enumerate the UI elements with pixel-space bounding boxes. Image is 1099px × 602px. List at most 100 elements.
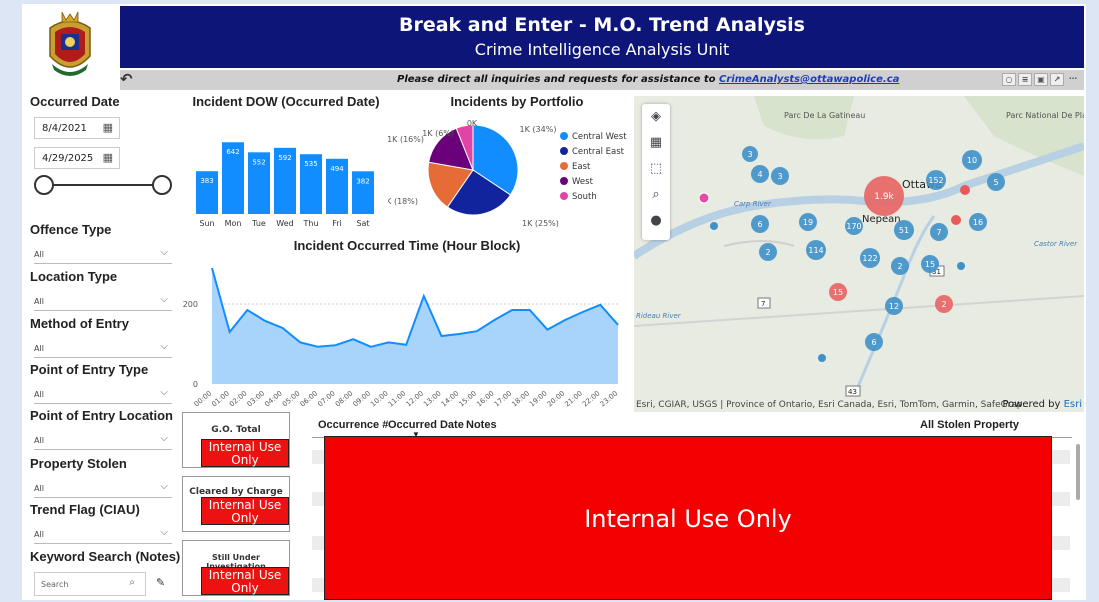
selection-icon[interactable]: ⬚ bbox=[642, 156, 670, 182]
map-cluster-label: 114 bbox=[808, 246, 823, 255]
point-of-entry-type-dropdown[interactable]: All ⌵ bbox=[34, 386, 172, 404]
legend-label[interactable]: Central West bbox=[572, 132, 627, 142]
dow-bar-label: 535 bbox=[304, 160, 317, 168]
map-cluster-label: 2 bbox=[941, 300, 946, 309]
map-toolbar: ◈ ▦ ⬚ ⌕ ● bbox=[642, 104, 670, 240]
keyword-search-input[interactable]: Search ⌕ bbox=[34, 572, 146, 596]
y-tick-label: 200 bbox=[183, 300, 198, 309]
more-options-icon[interactable]: ⋯ bbox=[1066, 73, 1080, 86]
search-icon[interactable]: ⌕ bbox=[642, 182, 670, 208]
ottawa-police-logo bbox=[49, 11, 91, 76]
map-point[interactable] bbox=[960, 185, 970, 195]
qr-icon[interactable]: ▦ bbox=[642, 130, 670, 156]
expand-icon[interactable]: ↗ bbox=[1050, 73, 1064, 86]
filter-icon[interactable]: ≡ bbox=[1018, 73, 1032, 86]
x-tick-label: 13:00 bbox=[422, 389, 443, 408]
map-point[interactable] bbox=[698, 192, 710, 204]
map-point[interactable] bbox=[710, 222, 718, 230]
map-point[interactable] bbox=[818, 354, 826, 362]
contact-prefix: Please direct all inquiries and requests… bbox=[397, 74, 719, 85]
esri-link[interactable]: Esri bbox=[1064, 399, 1082, 410]
map-cluster-label: 16 bbox=[973, 218, 983, 227]
incident-map[interactable]: Parc De La Gatineau Parc National De Pla… bbox=[634, 96, 1084, 412]
pie-data-label: 1K (34%) bbox=[520, 125, 557, 134]
chevron-down-icon: ⌵ bbox=[160, 387, 168, 398]
offence-type-dropdown[interactable]: All ⌵ bbox=[34, 246, 172, 264]
x-tick-label: 00:00 bbox=[193, 389, 214, 408]
portfolio-chart-title: Incidents by Portfolio bbox=[450, 94, 584, 109]
x-tick-label: 22:00 bbox=[581, 389, 602, 408]
dropdown-value: All bbox=[34, 250, 44, 259]
legend-marker bbox=[560, 147, 568, 155]
dow-chart-title: Incident DOW (Occurred Date) bbox=[192, 94, 380, 109]
map-point[interactable] bbox=[951, 215, 961, 225]
map-cluster-label: 7 bbox=[936, 228, 941, 237]
contact-email-link[interactable]: CrimeAnalysts@ottawapolice.ca bbox=[719, 74, 899, 85]
column-header[interactable]: Occurred Date bbox=[388, 419, 464, 431]
search-icon[interactable]: ⌕ bbox=[129, 577, 135, 588]
legend-label[interactable]: South bbox=[572, 192, 597, 202]
chevron-down-icon: ⌵ bbox=[160, 247, 168, 258]
x-tick-label: 14:00 bbox=[440, 389, 461, 408]
user-icon[interactable]: ● bbox=[642, 208, 670, 234]
map-cluster-label: 51 bbox=[899, 226, 909, 235]
pie-data-label: 0K bbox=[467, 119, 478, 128]
legend-label[interactable]: Central East bbox=[572, 147, 625, 157]
map-point[interactable] bbox=[957, 262, 965, 270]
trend-flag-dropdown[interactable]: All ⌵ bbox=[34, 526, 172, 544]
slider-end-handle[interactable] bbox=[152, 175, 172, 195]
focus-mode-icon[interactable]: ▣ bbox=[1034, 73, 1048, 86]
road-shield: 43 bbox=[845, 385, 861, 397]
svg-text:43: 43 bbox=[848, 388, 857, 396]
kpi-value: Internal Use Only bbox=[201, 439, 289, 467]
slicer-label-point-of-entry-location: Point of Entry Location bbox=[30, 408, 173, 423]
chevron-down-icon: ⌵ bbox=[160, 294, 168, 305]
legend-marker bbox=[560, 177, 568, 185]
point-of-entry-location-dropdown[interactable]: All ⌵ bbox=[34, 432, 172, 450]
column-header[interactable]: All Stolen Property bbox=[920, 419, 1019, 431]
table-scrollbar[interactable] bbox=[1076, 444, 1080, 500]
legend-label[interactable]: East bbox=[572, 162, 591, 172]
map-cluster-label: 152 bbox=[928, 176, 943, 185]
x-tick-label: 23:00 bbox=[599, 389, 620, 408]
dow-bar-label: 592 bbox=[278, 154, 291, 162]
map-place-label: Parc De La Gatineau bbox=[784, 111, 865, 120]
slider-track bbox=[44, 184, 162, 186]
x-tick-label: 18:00 bbox=[510, 389, 531, 408]
calendar-icon[interactable]: ▦ bbox=[103, 121, 113, 134]
calendar-icon[interactable]: ▦ bbox=[103, 151, 113, 164]
dow-bar-label: 494 bbox=[330, 165, 344, 173]
map-cluster-label: 170 bbox=[846, 222, 861, 231]
kpi-card-cleared-by-charge: Cleared by Charge Internal Use Only bbox=[182, 476, 290, 532]
dropdown-value: All bbox=[34, 436, 44, 445]
method-of-entry-dropdown[interactable]: All ⌵ bbox=[34, 340, 172, 358]
back-arrow-icon[interactable]: ↶ bbox=[120, 70, 133, 89]
legend-label[interactable]: West bbox=[572, 177, 594, 187]
date-to-input[interactable]: 4/29/2025 ▦ bbox=[34, 147, 120, 169]
internal-use-overlay: Internal Use Only bbox=[324, 436, 1052, 600]
search-placeholder: Search bbox=[41, 580, 69, 589]
road-shield: 7 bbox=[757, 297, 771, 309]
keyword-search-label: Keyword Search (Notes) bbox=[30, 549, 181, 564]
layers-icon[interactable]: ◈ bbox=[642, 104, 670, 130]
dow-tick-label: Thu bbox=[302, 219, 318, 228]
dow-bar-label: 552 bbox=[252, 158, 265, 166]
dropdown-value: All bbox=[34, 484, 44, 493]
x-tick-label: 04:00 bbox=[263, 389, 284, 408]
map-cluster-label: 2 bbox=[765, 248, 770, 257]
date-range-slider[interactable] bbox=[34, 174, 172, 196]
map-cluster-label: 15 bbox=[925, 260, 935, 269]
slider-start-handle[interactable] bbox=[34, 175, 54, 195]
map-cluster-label: 4 bbox=[757, 170, 762, 179]
y-tick-label: 0 bbox=[193, 380, 198, 389]
dow-tick-label: Tue bbox=[251, 219, 266, 228]
date-from-input[interactable]: 8/4/2021 ▦ bbox=[34, 117, 120, 139]
pin-icon[interactable]: ○ bbox=[1002, 73, 1016, 86]
location-type-dropdown[interactable]: All ⌵ bbox=[34, 293, 172, 311]
column-header[interactable]: Notes bbox=[466, 419, 497, 431]
map-place-label: Rideau River bbox=[636, 312, 682, 320]
clear-search-icon[interactable]: ✎ bbox=[156, 576, 165, 589]
property-stolen-dropdown[interactable]: All ⌵ bbox=[34, 480, 172, 498]
column-header[interactable]: Occurrence # bbox=[318, 419, 388, 431]
x-tick-label: 19:00 bbox=[528, 389, 549, 408]
